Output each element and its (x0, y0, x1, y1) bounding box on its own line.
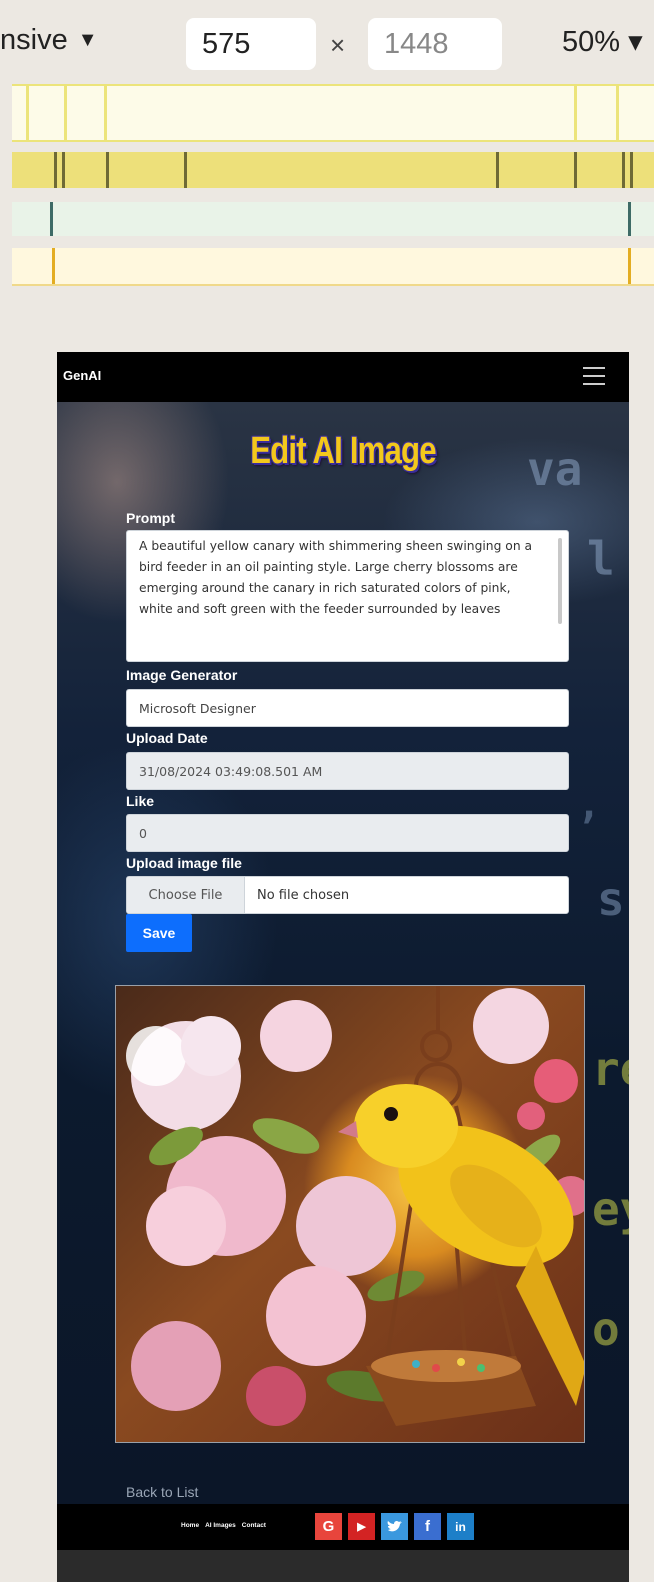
device-toolbar: nsive ▼ 575 × 1448 50% ▾ (0, 0, 654, 84)
prompt-textarea[interactable]: A beautiful yellow canary with shimmerin… (126, 530, 569, 662)
facebook-icon[interactable]: f (414, 1513, 441, 1540)
media-query-bar-2[interactable] (12, 152, 654, 188)
upload-date-label: Upload Date (126, 730, 208, 746)
like-input[interactable]: 0 (126, 814, 569, 852)
like-label: Like (126, 793, 155, 809)
footer-link-ai-images[interactable]: AI Images (205, 1522, 236, 1529)
brand-logo[interactable]: GenAI (63, 368, 101, 383)
save-button[interactable]: Save (126, 914, 192, 952)
upload-date-input[interactable]: 31/08/2024 03:49:08.501 AM (126, 752, 569, 790)
file-status-text: No file chosen (257, 887, 350, 903)
file-input[interactable]: Choose File No file chosen (126, 876, 569, 914)
zoom-label: 50% (562, 26, 621, 58)
page-bottom-strip (57, 1550, 629, 1582)
responsive-mode-dropdown[interactable]: nsive ▼ (0, 24, 98, 57)
viewport-width-input[interactable]: 575 (186, 18, 316, 70)
choose-file-button[interactable]: Choose File (127, 877, 245, 913)
canary-artwork (126, 986, 584, 1426)
linkedin-icon[interactable]: in (447, 1513, 474, 1540)
dropdown-arrow-icon: ▼ (77, 29, 98, 51)
zoom-dropdown[interactable]: 50% ▾ (562, 24, 643, 59)
footer-bar: Home AI Images Contact G ▶ f in (57, 1504, 629, 1550)
google-icon[interactable]: G (315, 1513, 342, 1540)
media-query-bar-3[interactable] (12, 202, 654, 236)
emulated-viewport: va l , s re ey o GenAI Edit AI Image Pro… (57, 352, 629, 1582)
hamburger-menu-icon[interactable] (583, 367, 605, 385)
viewport-height-input[interactable]: 1448 (368, 18, 502, 70)
back-to-list-link[interactable]: Back to List (126, 1484, 198, 1500)
prompt-label: Prompt (126, 510, 175, 526)
youtube-icon[interactable]: ▶ (348, 1513, 375, 1540)
footer-link-contact[interactable]: Contact (242, 1522, 266, 1529)
twitter-icon[interactable] (381, 1513, 408, 1540)
top-navbar: GenAI (57, 352, 629, 402)
media-query-bar-4[interactable] (12, 248, 654, 286)
upload-file-label: Upload image file (126, 855, 242, 871)
image-generator-input[interactable]: Microsoft Designer (126, 689, 569, 727)
twitter-bird-glyph (387, 1520, 402, 1531)
media-query-bar-1[interactable] (12, 84, 654, 142)
page-title: Edit AI Image (250, 430, 436, 472)
footer-link-home[interactable]: Home (181, 1522, 199, 1529)
prompt-scrollbar[interactable] (554, 532, 566, 660)
ai-image-preview (115, 985, 585, 1443)
dimension-separator: × (330, 30, 346, 60)
bird-feeder (366, 1350, 536, 1426)
image-generator-label: Image Generator (126, 667, 238, 683)
footer-links: Home AI Images Contact (181, 1522, 266, 1529)
responsive-mode-label: nsive (0, 24, 68, 56)
